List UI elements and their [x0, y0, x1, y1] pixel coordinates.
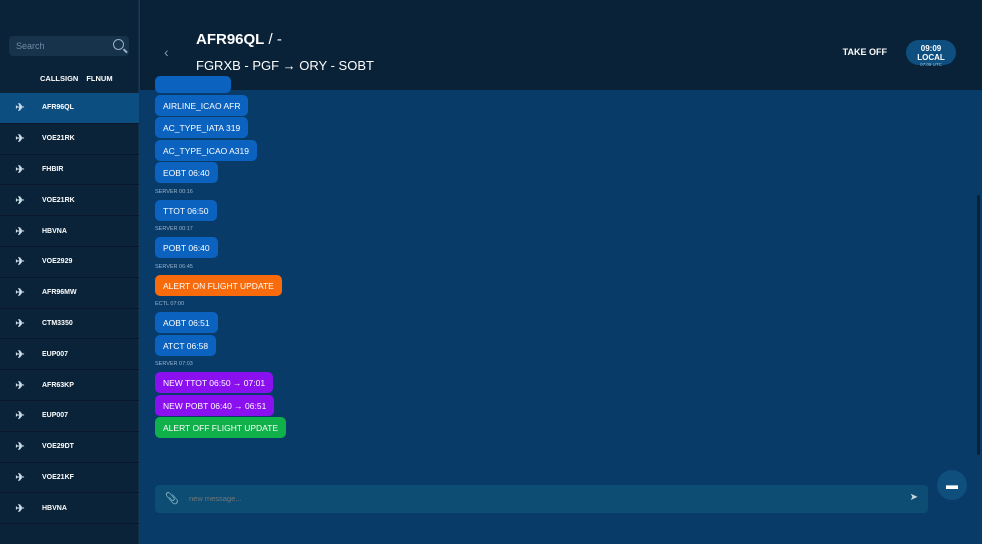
plane-icon: ✈ [15, 317, 25, 330]
message-bubble: ALERT ON FLIGHT UPDATE [155, 274, 282, 296]
column-headers: CALLSIGN FLNUM [40, 74, 113, 83]
utc-time: 07:09 UTC [920, 62, 942, 67]
flight-list-item[interactable]: ✈ AFR96QL [0, 93, 139, 124]
message-row: ALERT OFF FLIGHT UPDATE [155, 417, 287, 440]
plane-icon: ✈ [15, 287, 25, 300]
message-bubble: EOBT 06:40 [155, 162, 218, 183]
message-list: AIRLINE_ICAO AFR AC_TYPE_IATA 319 AC_TYPE_… [155, 76, 287, 440]
flight-list: ✈ AFR96QL ✈ VOE21RK ✈ FHBIR ✈ VOE21RK ✈ HBVNA ✈ VOE… [0, 93, 139, 525]
flight-list-item[interactable]: ✈ AFR63KP [0, 370, 139, 401]
message-row: ALERT ON FLIGHT UPDATE [155, 274, 286, 298]
callsign-label: VOE21RK [42, 135, 75, 143]
message-timestamp: ECTL 07:00 [155, 301, 185, 307]
message-timestamp: SERVER 00:17 [155, 226, 193, 232]
search-icon[interactable] [113, 39, 124, 50]
plane-icon: ✈ [15, 502, 25, 515]
flight-list-item[interactable]: ✈ VOE2929 [0, 247, 139, 278]
callsign-label: VOE21KF [42, 473, 74, 481]
message-row: EOBT 06:40 [155, 162, 286, 185]
flight-list-item[interactable]: ✈ CTM3350 [0, 309, 139, 340]
message-bubble: TTOT 06:50 [155, 199, 217, 221]
status-label: TAKE OFF [842, 47, 887, 57]
column-callsign[interactable]: CALLSIGN [40, 74, 78, 83]
message-row: AC_TYPE_IATA 319 [155, 117, 286, 140]
flight-list-item[interactable]: ✈ EUP007 [0, 401, 139, 432]
plane-icon: ✈ [15, 410, 25, 423]
plane-icon: ✈ [15, 133, 25, 146]
message-bubble: NEW POBT 06:40 → 06:51 [155, 394, 275, 416]
plane-icon: ✈ [15, 225, 25, 238]
flight-list-item[interactable]: ✈ HBVNA [0, 493, 139, 525]
callsign-label: EUP007 [42, 412, 69, 420]
time-badge[interactable]: 09:09 LOCAL 07:09 UTC [906, 40, 956, 67]
message-row: AIRLINE_ICAO AFR [155, 94, 286, 118]
message-row: ATCT 06:58 [155, 334, 286, 358]
flight-list-item[interactable]: ✈ AFR96MW [0, 278, 139, 309]
callsign-label: VOE29DT [42, 443, 74, 451]
message-row: TTOT 06:50 [155, 199, 286, 223]
plane-icon: ✈ [15, 348, 25, 361]
message-timestamp: SERVER 00:16 [155, 188, 193, 195]
message-bubble: ATCT 06:58 [155, 334, 217, 356]
message-composer: 📎 ➤ [155, 485, 928, 513]
search-input[interactable]: Search [9, 36, 129, 56]
message-input[interactable] [189, 494, 869, 503]
attachment-icon[interactable]: 📎 [165, 492, 179, 505]
message-bubble: NEW TTOT 06:50 → 07:01 [155, 372, 274, 393]
callsign: AFR96QL [196, 31, 265, 48]
message-bubble [155, 76, 231, 93]
chat-icon: ▬ [946, 478, 958, 492]
message-bubble: POBT 06:40 [155, 237, 218, 258]
callsign-label: CTM3350 [42, 319, 73, 327]
message-bubble: AC_TYPE_IATA 319 [155, 117, 249, 138]
flight-list-item[interactable]: ✈ HBVNA [0, 216, 139, 247]
callsign-label: AFR96QL [42, 104, 74, 112]
callsign-label: AFR96MW [42, 289, 77, 297]
message-row: NEW POBT 06:40 → 06:51 [155, 394, 286, 418]
flnum: / - [264, 31, 282, 48]
callsign-label: HBVNA [42, 227, 67, 235]
route-subtitle: FGRXB - PGF → ORY - SOBT [196, 58, 374, 73]
flight-list-item[interactable]: ✈ VOE21RK [0, 185, 139, 217]
flight-list-item[interactable]: ✈ FHBIR [0, 155, 139, 186]
column-flnum[interactable]: FLNUM [86, 74, 112, 83]
plane-icon: ✈ [15, 379, 25, 392]
flight-list-item[interactable]: ✈ EUP007 [0, 339, 139, 371]
plane-icon: ✈ [15, 441, 25, 454]
send-icon[interactable]: ➤ [910, 492, 918, 503]
callsign-label: FHBIR [42, 165, 64, 173]
callsign-label: AFR63KP [42, 381, 74, 389]
message-bubble: ALERT OFF FLIGHT UPDATE [155, 417, 287, 438]
plane-icon: ✈ [15, 471, 25, 484]
message-timestamp: SERVER 07:03 [155, 361, 193, 367]
callsign-label: EUP007 [42, 350, 69, 358]
page-title: AFR96QL / - [196, 31, 282, 48]
callsign-label: VOE21RK [42, 196, 75, 204]
callsign-label: VOE2929 [42, 258, 73, 266]
message-timestamp: SERVER 06:45 [155, 263, 193, 270]
flight-list-item[interactable]: ✈ VOE21RK [0, 124, 139, 155]
plane-icon: ✈ [15, 194, 25, 207]
flight-list-item[interactable]: ✈ VOE29DT [0, 432, 139, 463]
message-row: NEW TTOT 06:50 → 07:01 [155, 372, 286, 395]
message-row: AOBT 06:51 [155, 312, 286, 335]
flight-list-item[interactable]: ✈ VOE21KF [0, 463, 139, 494]
message-row: AC_TYPE_ICAO A319 [155, 139, 286, 163]
message-bubble: AOBT 06:51 [155, 312, 218, 333]
message-row: POBT 06:40 [155, 237, 286, 260]
callsign-label: HBVNA [42, 504, 67, 512]
plane-icon: ✈ [15, 163, 25, 176]
sidebar: Search CALLSIGN FLNUM ✈ AFR96QL ✈ VOE21RK ✈ F… [0, 0, 139, 544]
chat-bubble-button[interactable]: ▬ [937, 470, 967, 500]
plane-icon: ✈ [15, 102, 25, 115]
scrollbar[interactable] [977, 195, 980, 455]
plane-icon: ✈ [15, 256, 25, 269]
message-bubble: AC_TYPE_ICAO A319 [155, 139, 257, 161]
message-bubble: AIRLINE_ICAO AFR [155, 94, 249, 116]
local-time: 09:09 LOCAL [917, 44, 945, 62]
search-placeholder: Search [16, 41, 45, 51]
back-icon[interactable]: ‹ [164, 44, 169, 60]
